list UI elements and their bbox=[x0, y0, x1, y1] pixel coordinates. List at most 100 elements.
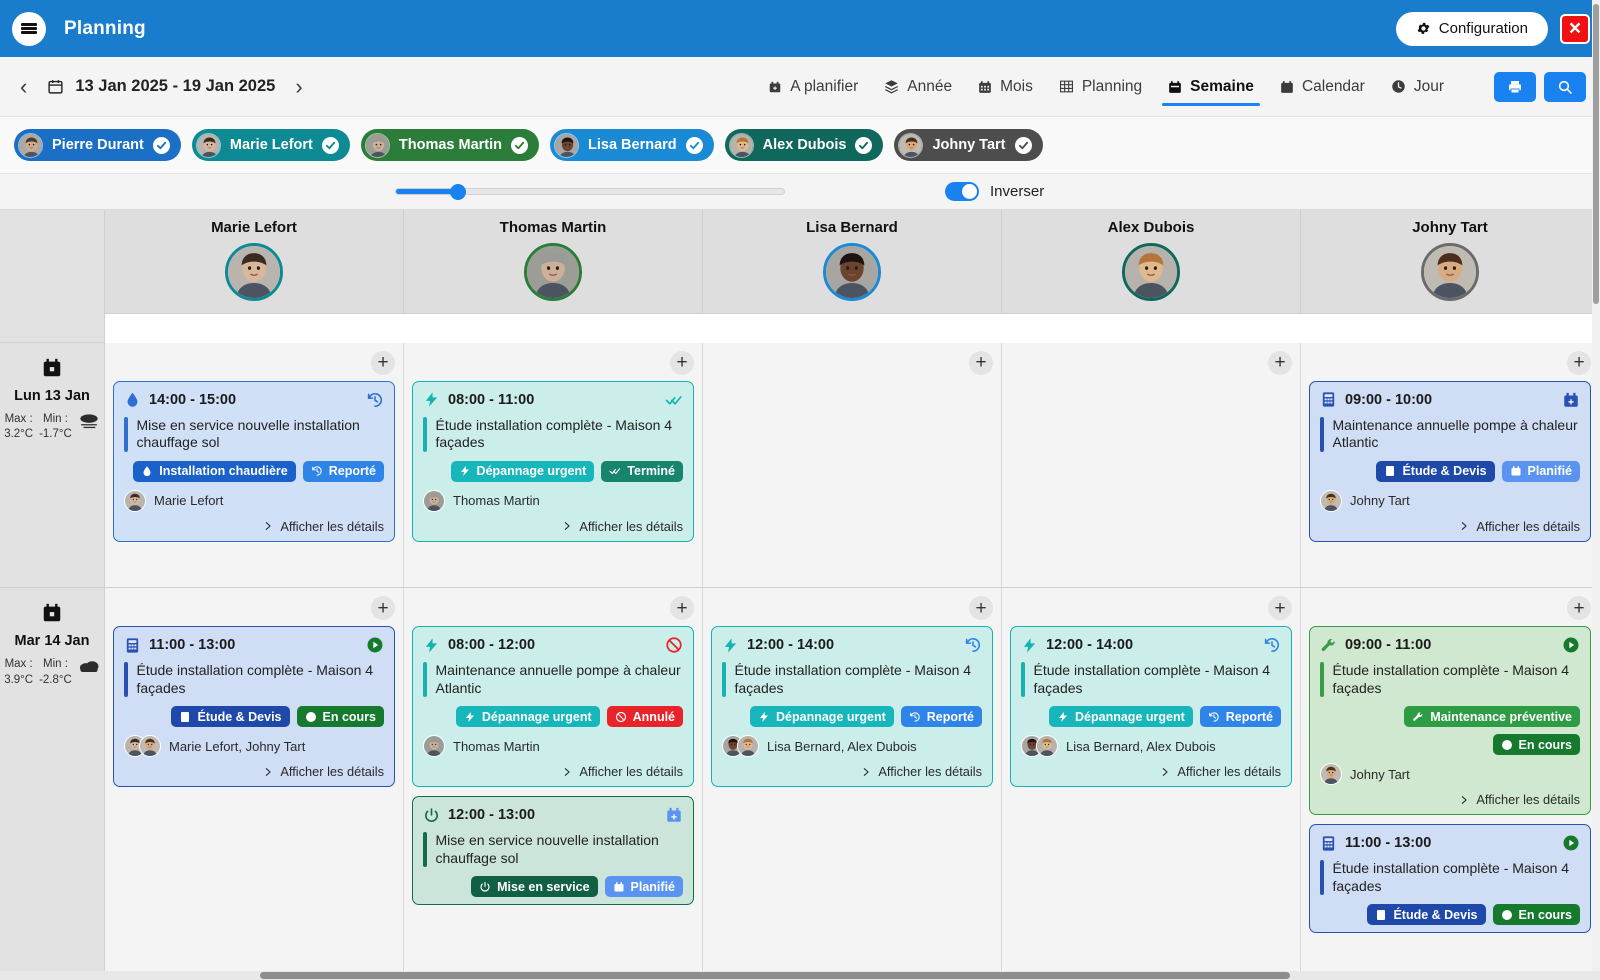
tab-semaine[interactable]: Semaine bbox=[1162, 72, 1260, 106]
tab-planning[interactable]: Planning bbox=[1057, 72, 1144, 102]
inverser-toggle[interactable] bbox=[945, 182, 979, 201]
card-status-tag[interactable]: Reporté bbox=[900, 706, 982, 728]
next-week-button[interactable]: › bbox=[289, 75, 308, 98]
add-appointment-button[interactable]: + bbox=[670, 596, 694, 621]
resource-chip-lisa[interactable]: Lisa Bernard bbox=[550, 129, 714, 161]
avatar bbox=[1320, 763, 1342, 786]
appointment-card[interactable]: 11:00 - 13:00 Étude installation complèt… bbox=[1309, 824, 1591, 934]
add-appointment-button[interactable]: + bbox=[969, 350, 993, 375]
avatar bbox=[124, 489, 146, 512]
previous-week-button[interactable]: ‹ bbox=[14, 75, 33, 98]
tab-jour[interactable]: Jour bbox=[1389, 72, 1446, 102]
appointment-card[interactable]: 11:00 - 13:00 Étude installation complèt… bbox=[113, 626, 395, 788]
print-button[interactable] bbox=[1494, 71, 1536, 102]
bolt-icon bbox=[423, 391, 440, 408]
add-appointment-button[interactable]: + bbox=[371, 350, 395, 375]
close-button[interactable]: × bbox=[1560, 13, 1590, 44]
card-type-tag[interactable]: Dépannage urgent bbox=[450, 460, 595, 482]
resource-chip-alex[interactable]: Alex Dubois bbox=[724, 129, 884, 161]
add-appointment-button[interactable]: + bbox=[1268, 350, 1292, 375]
weather-max-value: 3.9°C bbox=[4, 673, 34, 686]
card-time: 11:00 - 13:00 bbox=[1345, 835, 1432, 852]
add-appointment-button[interactable]: + bbox=[1567, 350, 1591, 375]
tab-calendar[interactable]: Calendar bbox=[1278, 72, 1367, 102]
resource-chip-thomas[interactable]: Thomas Martin bbox=[360, 129, 539, 161]
card-type-tag[interactable]: Installation chaudière bbox=[133, 460, 296, 482]
avatar bbox=[1320, 489, 1342, 512]
day-slot: + bbox=[1002, 342, 1301, 589]
card-title: Étude installation complète - Maison 4 f… bbox=[734, 662, 972, 696]
weather-max-value: 3.2°C bbox=[4, 428, 34, 441]
card-status-tag[interactable]: Terminé bbox=[601, 460, 683, 482]
card-type-tag[interactable]: Étude & Devis bbox=[1367, 904, 1486, 926]
add-appointment-button[interactable]: + bbox=[969, 596, 993, 621]
resource-chip-pierre[interactable]: Pierre Durant bbox=[14, 129, 181, 161]
tab-annee[interactable]: Année bbox=[882, 72, 954, 102]
show-details-link[interactable]: Afficher les détails bbox=[124, 519, 384, 534]
avatar bbox=[554, 132, 579, 158]
chevron-right-icon bbox=[263, 767, 273, 777]
appointment-card[interactable]: 09:00 - 10:00 Maintenance annuelle pompe… bbox=[1309, 380, 1591, 542]
vertical-scrollbar[interactable] bbox=[1592, 0, 1600, 980]
show-details-link[interactable]: Afficher les détails bbox=[423, 519, 683, 534]
calculator-icon bbox=[1375, 909, 1387, 921]
appointment-card[interactable]: 12:00 - 13:00 Mise en service nouvelle i… bbox=[412, 796, 694, 906]
add-appointment-button[interactable]: + bbox=[1268, 596, 1292, 621]
vertical-scrollbar-thumb[interactable] bbox=[1593, 4, 1599, 304]
check-icon bbox=[1014, 136, 1032, 154]
zoom-slider-knob[interactable] bbox=[450, 183, 467, 200]
card-status-tag[interactable]: En cours bbox=[1492, 904, 1580, 926]
card-type-label: Dépannage urgent bbox=[776, 709, 886, 724]
resource-chip-marie[interactable]: Marie Lefort bbox=[191, 129, 350, 161]
card-type-tag[interactable]: Maintenance préventive bbox=[1404, 706, 1580, 728]
bolt-icon bbox=[464, 711, 476, 723]
appointment-card[interactable]: 09:00 - 11:00 Étude installation complèt… bbox=[1309, 626, 1591, 816]
assignee-names: Marie Lefort bbox=[154, 493, 224, 509]
card-status-tag[interactable]: Reporté bbox=[302, 460, 384, 482]
appointment-card[interactable]: 12:00 - 14:00 Étude installation complèt… bbox=[1010, 626, 1292, 788]
history-icon bbox=[909, 711, 921, 723]
horizontal-scrollbar[interactable] bbox=[0, 971, 1600, 980]
card-status-tag[interactable]: En cours bbox=[296, 706, 384, 728]
card-tags: Installation chaudière Reporté bbox=[124, 460, 384, 482]
resource-chip-johny[interactable]: Johny Tart bbox=[894, 129, 1043, 161]
column-header-name: Alex Dubois bbox=[1107, 219, 1195, 236]
resource-chip-label: Johny Tart bbox=[932, 137, 1006, 153]
search-button[interactable] bbox=[1544, 71, 1586, 102]
appointment-card[interactable]: 08:00 - 11:00 Étude installation complèt… bbox=[412, 380, 694, 542]
avatar bbox=[524, 243, 582, 301]
zoom-slider[interactable] bbox=[395, 183, 785, 200]
card-type-tag[interactable]: Dépannage urgent bbox=[1049, 706, 1193, 728]
configuration-button[interactable]: Configuration bbox=[1395, 11, 1548, 46]
add-appointment-button[interactable]: + bbox=[371, 596, 395, 621]
appointment-card[interactable]: 12:00 - 14:00 Étude installation complèt… bbox=[711, 626, 993, 788]
show-details-link[interactable]: Afficher les détails bbox=[1320, 519, 1580, 534]
card-accent-bar bbox=[722, 662, 726, 698]
card-type-tag[interactable]: Dépannage urgent bbox=[750, 706, 894, 728]
show-details-link[interactable]: Afficher les détails bbox=[124, 764, 384, 779]
card-status-tag[interactable]: Reporté bbox=[1199, 706, 1281, 728]
resource-chip-label: Alex Dubois bbox=[762, 137, 847, 153]
show-details-link[interactable]: Afficher les détails bbox=[722, 764, 982, 779]
card-type-tag[interactable]: Dépannage urgent bbox=[455, 706, 600, 728]
card-type-tag[interactable]: Étude & Devis bbox=[171, 706, 290, 728]
card-status-tag[interactable]: Planifié bbox=[1501, 460, 1580, 482]
show-details-link[interactable]: Afficher les détails bbox=[423, 764, 683, 779]
appointment-card[interactable]: 08:00 - 12:00 Maintenance annuelle pompe… bbox=[412, 626, 694, 788]
tab-a-planifier[interactable]: A planifier bbox=[766, 72, 860, 102]
appointment-card[interactable]: 14:00 - 15:00 Mise en service nouvelle i… bbox=[113, 380, 395, 542]
show-details-link[interactable]: Afficher les détails bbox=[1320, 792, 1580, 807]
card-status-tag[interactable]: En cours bbox=[1492, 734, 1580, 756]
tab-mois[interactable]: Mois bbox=[976, 72, 1035, 102]
show-details-link[interactable]: Afficher les détails bbox=[1021, 764, 1281, 779]
horizontal-scrollbar-thumb[interactable] bbox=[260, 972, 1290, 979]
card-type-tag[interactable]: Étude & Devis bbox=[1376, 460, 1495, 482]
card-status-tag[interactable]: Annulé bbox=[606, 706, 683, 728]
menu-button[interactable] bbox=[12, 11, 46, 46]
chevron-right-icon bbox=[1459, 521, 1469, 531]
card-status-tag[interactable]: Planifié bbox=[604, 876, 683, 898]
card-assignees: Marie Lefort, Johny Tart bbox=[124, 735, 384, 758]
add-appointment-button[interactable]: + bbox=[1567, 596, 1591, 621]
card-type-tag[interactable]: Mise en service bbox=[471, 876, 598, 898]
add-appointment-button[interactable]: + bbox=[670, 350, 694, 375]
